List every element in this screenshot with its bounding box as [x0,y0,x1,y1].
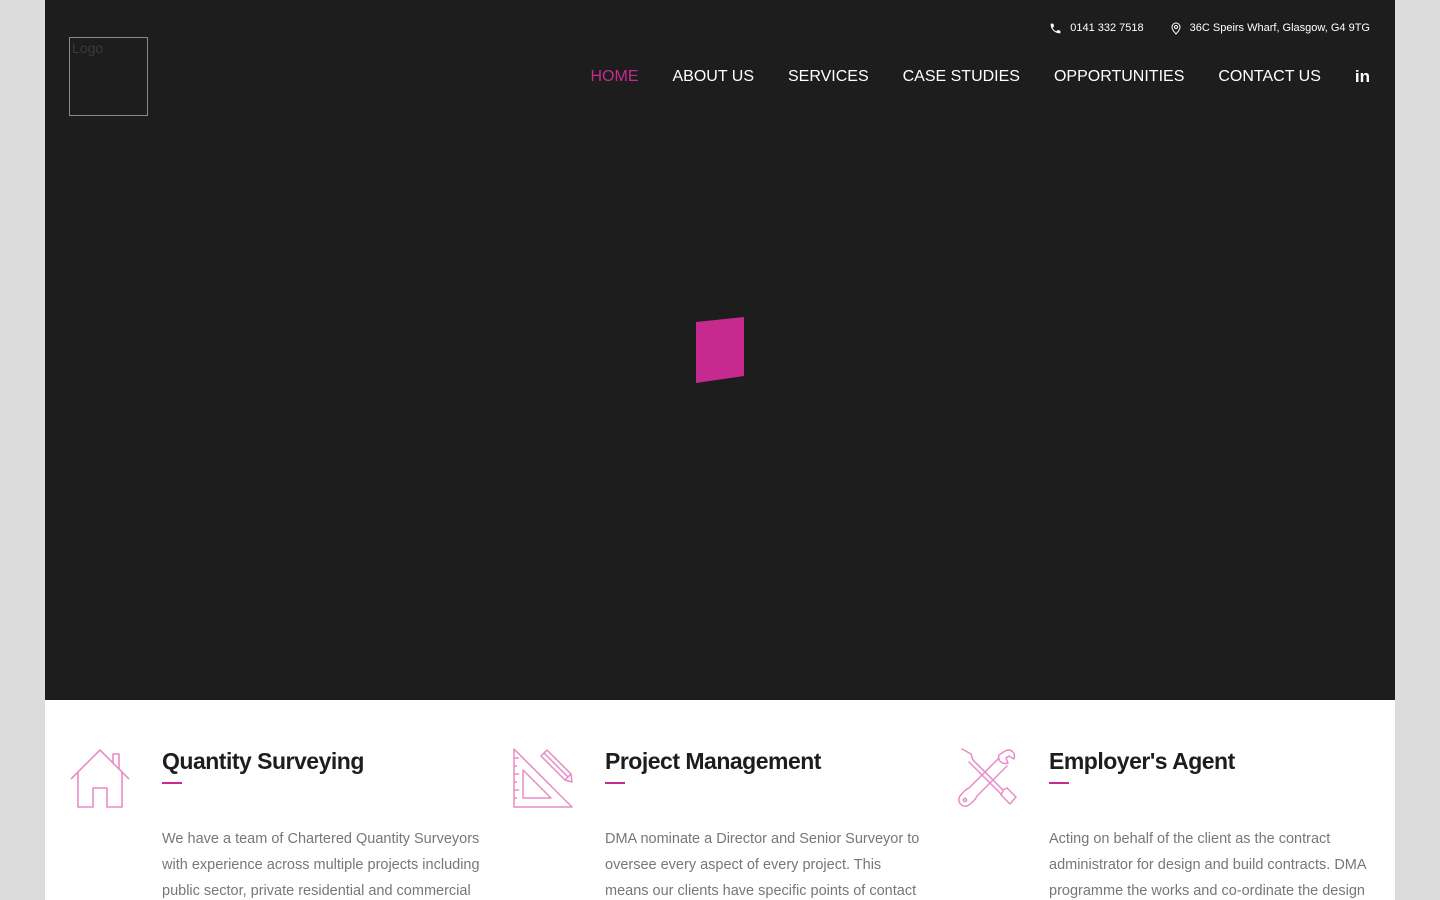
feature-description: Acting on behalf of the client as the co… [1049,831,1366,899]
nav-opportunities[interactable]: OPPORTUNITIES [1054,68,1184,86]
address-text: 36C Speirs Wharf, Glasgow, G4 9TG [1189,22,1370,34]
title-underline [1049,782,1069,784]
nav-case-studies[interactable]: CASE STUDIES [903,68,1020,86]
phone-contact[interactable]: 0141 332 7518 [1049,22,1144,35]
nav-about-us[interactable]: ABOUT US [672,68,754,86]
services-features: Quantity Surveying We have a team of Cha… [45,700,1395,900]
wrench-screwdriver-icon [957,748,1017,808]
linkedin-icon[interactable]: in [1355,67,1370,87]
logo[interactable]: Logo [69,37,148,116]
title-underline [162,782,182,784]
feature-title: Employer's Agent [1049,748,1235,774]
feature-description: DMA nominate a Director and Senior Surve… [605,831,920,899]
feature-description: We have a team of Chartered Quantity Sur… [162,831,480,899]
nav-services[interactable]: SERVICES [788,68,869,86]
loading-spinner [695,317,745,383]
feature-title: Quantity Surveying [162,748,364,774]
nav-home[interactable]: HOME [590,68,638,86]
phone-icon [1049,22,1070,35]
nav-contact-us[interactable]: CONTACT US [1218,68,1321,86]
main-nav: HOME ABOUT US SERVICES CASE STUDIES OPPO… [590,66,1370,88]
set-square-pencil-icon [513,748,573,808]
phone-number: 0141 332 7518 [1070,22,1144,34]
map-pin-icon [1170,22,1190,35]
hero-header: Logo 0141 332 7518 36C Speirs Wharf, Gla… [45,0,1395,700]
contact-bar: 0141 332 7518 36C Speirs Wharf, Glasgow,… [1049,19,1370,37]
address-contact[interactable]: 36C Speirs Wharf, Glasgow, G4 9TG [1170,22,1370,35]
house-icon [70,748,130,808]
page: Logo 0141 332 7518 36C Speirs Wharf, Gla… [45,0,1395,900]
feature-title: Project Management [605,748,821,774]
title-underline [605,782,625,784]
